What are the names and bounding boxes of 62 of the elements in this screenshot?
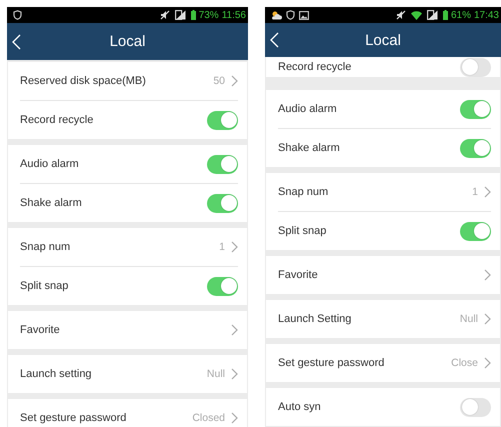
signal-icon [174,10,186,20]
toggle-switch[interactable] [460,58,491,76]
toggle-switch[interactable] [460,100,491,118]
setting-label: Split snap [278,225,328,237]
toggle-switch[interactable] [207,194,238,212]
setting-label: Audio alarm [20,158,80,170]
toggle-switch[interactable] [460,398,491,416]
wifi-icon [410,10,422,20]
setting-label: Reserved disk space(MB) [20,75,147,87]
image-icon [299,10,309,20]
weather-icon [271,10,282,20]
setting-value: 50 [213,75,225,87]
back-icon[interactable] [270,32,279,48]
setting-label: Auto syn [278,401,322,413]
setting-label: Snap num [20,241,72,253]
setting-label: Launch Setting [278,313,352,325]
screen-title: Local [110,33,146,50]
mute-icon [160,10,170,20]
setting-label: Shake alarm [278,142,341,154]
toggle-switch[interactable] [207,154,238,174]
shield-icon [286,10,295,20]
setting-label: Favorite [20,324,61,336]
toggle-switch[interactable] [207,276,238,296]
setting-label: Audio alarm [278,103,338,115]
setting-value: 1 [472,186,478,198]
setting-label: Split snap [20,280,70,292]
signal-icon [426,10,438,20]
chevron-right-icon [484,313,491,325]
battery-percent: 73% [198,10,219,20]
chevron-right-icon [231,75,238,87]
battery-icon [190,10,196,20]
setting-value: Close [451,357,478,369]
chevron-right-icon [231,324,238,336]
setting-label: Favorite [278,269,319,281]
setting-label: Set gesture password [278,357,386,369]
chevron-right-icon [231,241,238,253]
clock-time: 17:43 [474,10,499,20]
screen-title: Local [365,32,401,48]
setting-value: Closed [192,412,225,424]
shield-icon [13,10,22,20]
battery-percent: 61% [450,10,471,20]
chevron-right-icon [231,368,238,380]
setting-label: Record recycle [278,61,352,73]
back-icon[interactable] [12,34,21,50]
toggle-switch[interactable] [460,222,491,240]
toggle-switch[interactable] [207,110,238,130]
chevron-right-icon [484,357,491,369]
setting-label: Snap num [278,186,330,198]
mute-icon [396,10,406,20]
chevron-right-icon [231,412,238,424]
toggle-switch[interactable] [460,138,491,158]
setting-label: Launch setting [20,368,93,380]
clock-time: 11:56 [222,10,246,20]
setting-label: Shake alarm [20,197,83,209]
chevron-right-icon [484,186,491,198]
setting-label: Record recycle [20,114,94,126]
chevron-right-icon [484,269,491,281]
setting-label: Set gesture password [20,412,128,424]
setting-value: Null [460,313,478,325]
setting-value: Null [206,368,225,380]
battery-icon [442,10,448,20]
setting-value: 1 [219,241,225,253]
